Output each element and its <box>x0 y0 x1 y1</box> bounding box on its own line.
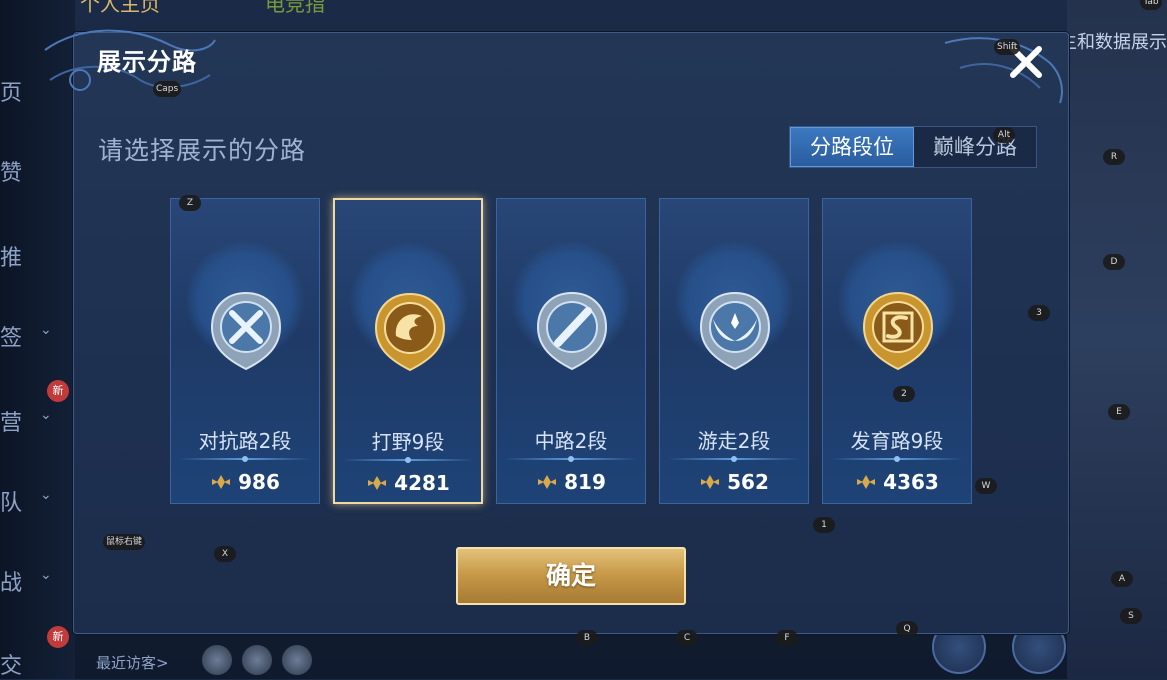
avatar[interactable] <box>202 645 232 675</box>
lane-name: 中路2段 <box>534 429 608 453</box>
score-row: 4363 <box>823 470 971 494</box>
lane-card-jungle[interactable]: 打野9段 4281 <box>333 198 483 504</box>
lane-name: 打野9段 <box>371 430 445 454</box>
key-hint: F <box>776 630 798 646</box>
confirm-button[interactable]: 确定 <box>456 547 686 605</box>
score-row: 562 <box>660 470 808 494</box>
recent-visitors-link[interactable]: 最近访客> <box>96 652 169 673</box>
sidebar-item-like[interactable]: 赞 <box>0 155 70 186</box>
key-hint: R <box>1103 149 1125 165</box>
sidebar-label: 营 <box>0 411 23 436</box>
score-row: 986 <box>171 470 319 494</box>
new-badge: 新 <box>47 380 69 402</box>
silver-slash-icon <box>536 291 608 371</box>
avatar[interactable] <box>242 645 272 675</box>
silver-crossed-swords-icon <box>210 291 282 371</box>
avatar[interactable] <box>282 645 312 675</box>
key-hint: Caps <box>153 81 182 97</box>
key-hint: B <box>576 630 598 646</box>
background-right-text: 主和数据展示 <box>1059 32 1167 53</box>
chevron-down-icon: ⌄ <box>40 567 52 583</box>
sidebar-item-battle[interactable]: 战 ⌄ <box>0 565 70 596</box>
sidebar-label: 推 <box>0 246 23 271</box>
rank-points-icon <box>857 475 876 489</box>
score-row: 4281 <box>335 471 481 495</box>
dialog-title: 展示分路 <box>97 48 197 76</box>
lane-name: 游走2段 <box>697 429 771 453</box>
key-hint: E <box>1108 404 1130 420</box>
lane-score: 819 <box>564 470 606 494</box>
key-hint: D <box>1103 254 1125 270</box>
new-badge: 新 <box>47 626 69 648</box>
key-hint: W <box>975 478 997 494</box>
divider <box>343 457 473 463</box>
divider <box>831 456 963 462</box>
sidebar-item-camp[interactable]: 营 ⌄ <box>0 405 70 436</box>
sidebar-item-sign[interactable]: 签 ⌄ <box>0 320 70 351</box>
key-hint: 3 <box>1028 305 1050 321</box>
key-hint: 1 <box>813 517 835 533</box>
divider <box>668 456 800 462</box>
key-hint: S <box>1120 608 1142 624</box>
sidebar-label: 交 <box>0 654 23 679</box>
key-hint: Q <box>896 621 918 637</box>
lane-card-top[interactable]: 对抗路2段 986 <box>170 198 320 504</box>
chevron-down-icon: ⌄ <box>40 487 52 503</box>
tab-peak-lane[interactable]: 巅峰分路 <box>914 127 1036 167</box>
lane-score: 4281 <box>394 471 450 495</box>
key-hint: 鼠标右键 <box>103 534 146 550</box>
silver-wings-icon <box>699 291 771 371</box>
key-hint: Shift <box>994 39 1021 55</box>
lane-name: 发育路9段 <box>850 429 944 453</box>
key-hint: A <box>1111 571 1133 587</box>
rank-points-icon <box>538 475 557 489</box>
rank-points-icon <box>368 476 387 490</box>
background-profile-tab[interactable]: 个人主页 <box>80 0 160 17</box>
key-hint: Z <box>179 195 201 211</box>
lane-score: 4363 <box>883 470 939 494</box>
sidebar-label: 赞 <box>0 161 23 186</box>
sidebar-label: 页 <box>0 81 23 106</box>
gold-dragon-icon <box>374 292 446 372</box>
sidebar-label: 签 <box>0 326 23 351</box>
key-hint: Alt <box>993 127 1015 143</box>
sidebar-item-social[interactable]: 交 <box>0 648 70 679</box>
sidebar-item-team[interactable]: 队 ⌄ <box>0 485 70 516</box>
lane-name: 对抗路2段 <box>198 429 292 453</box>
key-hint: 2 <box>893 386 915 402</box>
sidebar-label: 战 <box>0 571 23 596</box>
lane-card-roam[interactable]: 游走2段 562 <box>659 198 809 504</box>
sidebar-item-recommend[interactable]: 推 <box>0 240 70 271</box>
lane-score: 986 <box>238 470 280 494</box>
key-hint: C <box>676 630 698 646</box>
score-row: 819 <box>497 470 645 494</box>
dialog-subtitle: 请选择展示的分路 <box>98 136 307 165</box>
divider <box>505 456 637 462</box>
lane-card-mid[interactable]: 中路2段 819 <box>496 198 646 504</box>
chevron-down-icon: ⌄ <box>40 407 52 423</box>
rank-points-icon <box>212 475 231 489</box>
rank-points-icon <box>701 475 720 489</box>
sidebar-label: 队 <box>0 491 23 516</box>
lane-score: 562 <box>727 470 769 494</box>
gold-s-icon <box>862 291 934 371</box>
key-hint: X <box>214 546 236 562</box>
background-esports-tab[interactable]: 电竞指 <box>265 0 325 17</box>
chevron-down-icon: ⌄ <box>40 322 52 338</box>
tab-lane-rank[interactable]: 分路段位 <box>790 127 914 167</box>
divider <box>179 456 311 462</box>
lane-card-farm[interactable]: 发育路9段 4363 <box>822 198 972 504</box>
